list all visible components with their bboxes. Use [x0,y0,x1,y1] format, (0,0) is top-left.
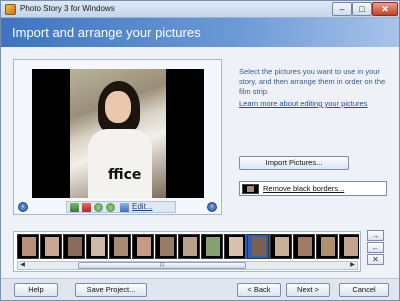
page-header: Import and arrange your pictures [1,18,399,47]
film-strip-frame[interactable] [201,234,223,259]
film-strip-thumbnail [206,237,220,256]
film-strip-frame[interactable] [270,234,292,259]
photo-subject-body [88,129,152,198]
window-title: Photo Story 3 for Windows [20,4,115,13]
film-strip-thumbnail [45,237,59,256]
film-strip-thumbnail [22,237,36,256]
save-project-button[interactable]: Save Project... [75,283,147,297]
film-strip-frame[interactable] [316,234,338,259]
film-strip-thumbnail [275,237,289,256]
previous-picture-button[interactable]: ‹ [18,202,28,212]
film-strip-frame[interactable] [86,234,108,259]
import-pictures-button[interactable]: Import Pictures... [239,156,349,170]
film-strip-frame[interactable] [40,234,62,259]
next-picture-button[interactable]: › [207,202,217,212]
film-strip-thumbnail [68,237,82,256]
film-strip-frame[interactable] [132,234,154,259]
film-strip: ◀ ||| ▶ [13,231,361,272]
red-eye-icon[interactable] [82,203,91,212]
maximize-button[interactable]: □ [352,2,372,16]
film-strip-thumbnail [137,237,151,256]
instructions-text: Select the pictures you want to use in y… [239,67,386,96]
move-right-button[interactable]: → [367,230,384,241]
app-window: Photo Story 3 for Windows – □ ✕ Import a… [0,0,400,301]
scroll-right-arrow-icon[interactable]: ▶ [348,262,357,269]
remove-borders-label: Remove black borders... [263,184,345,193]
film-strip-frame[interactable] [63,234,85,259]
move-left-button[interactable]: ← [367,242,384,253]
photo-story-app-icon [5,4,16,15]
film-strip-thumbnail [183,237,197,256]
picture-preview-panel: ffice ‹ Edit... › [13,59,222,215]
picture-preview: ffice [32,69,204,198]
color-adjust-icon[interactable] [70,203,79,212]
remove-borders-icon [242,184,259,194]
page-title: Import and arrange your pictures [12,25,201,40]
film-strip-thumbnail [298,237,312,256]
film-strip-thumbnail [321,237,335,256]
back-button[interactable]: < Back [237,283,281,297]
film-strip-frame[interactable] [245,234,271,259]
film-strip-frame[interactable] [339,234,359,259]
film-strip-frames [17,234,359,259]
film-strip-frame[interactable] [224,234,246,259]
film-strip-frame[interactable] [178,234,200,259]
film-strip-frame[interactable] [293,234,315,259]
preview-photo: ffice [70,69,166,198]
cancel-button[interactable]: Cancel [339,283,389,297]
rotate-left-icon[interactable] [94,203,103,212]
film-strip-scrollbar[interactable]: ◀ ||| ▶ [17,261,358,270]
scroll-thumb[interactable]: ||| [78,262,246,269]
remove-black-borders-button[interactable]: Remove black borders... [239,181,387,196]
film-strip-thumbnail [252,237,266,256]
film-strip-frame[interactable] [109,234,131,259]
film-strip-thumbnail [160,237,174,256]
title-bar: Photo Story 3 for Windows – □ ✕ [1,1,399,18]
close-window-button[interactable]: ✕ [372,2,398,16]
film-strip-thumbnail [344,237,358,256]
rotate-right-icon[interactable] [106,203,115,212]
film-strip-frame[interactable] [155,234,177,259]
edit-icon[interactable] [120,203,129,212]
photo-subject-face [105,91,131,123]
picture-edit-toolbar: Edit... [66,201,176,213]
scroll-left-arrow-icon[interactable]: ◀ [18,262,27,269]
film-strip-thumbnail [114,237,128,256]
next-button[interactable]: Next > [286,283,330,297]
film-strip-thumbnail [91,237,105,256]
minimize-button[interactable]: – [332,2,352,16]
edit-link[interactable]: Edit... [132,202,152,211]
help-button[interactable]: Help [14,283,58,297]
film-strip-frame[interactable] [17,234,39,259]
delete-picture-button[interactable]: ✕ [367,254,384,265]
film-strip-thumbnail [229,237,243,256]
photo-shirt-text: ffice [108,167,142,183]
learn-more-link[interactable]: Learn more about editing your pictures [239,99,367,108]
